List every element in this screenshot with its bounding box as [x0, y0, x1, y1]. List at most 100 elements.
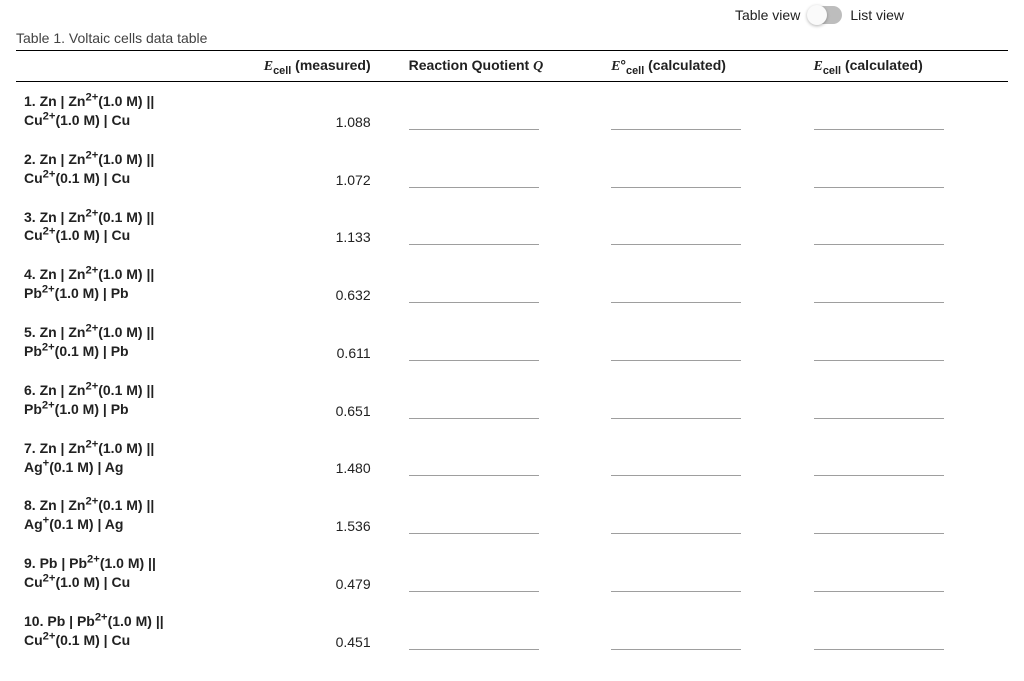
ecalc-blank[interactable] [806, 82, 1008, 140]
measured-value: 1.133 [239, 198, 401, 256]
ecalc-blank[interactable] [806, 140, 1008, 198]
ecalc-blank[interactable] [806, 198, 1008, 256]
table-header-row: Ecell (measured) Reaction Quotient Q E°c… [16, 51, 1008, 82]
q-blank[interactable] [401, 486, 603, 544]
blank-line [814, 418, 944, 419]
blank-line [611, 591, 741, 592]
q-blank[interactable] [401, 371, 603, 429]
e0calc-blank[interactable] [603, 429, 805, 487]
blank-line [409, 129, 539, 130]
blank-line [409, 649, 539, 650]
measured-value: 1.072 [239, 140, 401, 198]
blank-line [409, 244, 539, 245]
toggle-knob [807, 5, 827, 25]
e0calc-blank[interactable] [603, 371, 805, 429]
row-label: 6. Zn | Zn2+(0.1 M) ||Pb2+(1.0 M) | Pb [16, 371, 239, 429]
q-blank[interactable] [401, 255, 603, 313]
blank-line [409, 418, 539, 419]
blank-line [409, 302, 539, 303]
table-row: 3. Zn | Zn2+(0.1 M) ||Cu2+(1.0 M) | Cu1.… [16, 198, 1008, 256]
table-row: 8. Zn | Zn2+(0.1 M) ||Ag+(0.1 M) | Ag1.5… [16, 486, 1008, 544]
th-measured: Ecell (measured) [239, 51, 401, 82]
measured-value: 0.651 [239, 371, 401, 429]
measured-value: 1.536 [239, 486, 401, 544]
row-label: 4. Zn | Zn2+(1.0 M) ||Pb2+(1.0 M) | Pb [16, 255, 239, 313]
voltaic-cells-table: Ecell (measured) Reaction Quotient Q E°c… [16, 50, 1008, 660]
e0calc-blank[interactable] [603, 140, 805, 198]
ecalc-blank[interactable] [806, 255, 1008, 313]
row-label: 3. Zn | Zn2+(0.1 M) ||Cu2+(1.0 M) | Cu [16, 198, 239, 256]
e0calc-blank[interactable] [603, 602, 805, 660]
q-blank[interactable] [401, 82, 603, 140]
blank-line [611, 302, 741, 303]
blank-line [611, 533, 741, 534]
table-row: 10. Pb | Pb2+(1.0 M) ||Cu2+(0.1 M) | Cu0… [16, 602, 1008, 660]
table-caption: Table 1. Voltaic cells data table [16, 24, 1008, 50]
blank-line [814, 187, 944, 188]
table-row: 2. Zn | Zn2+(1.0 M) ||Cu2+(0.1 M) | Cu1.… [16, 140, 1008, 198]
q-blank[interactable] [401, 140, 603, 198]
table-row: 9. Pb | Pb2+(1.0 M) ||Cu2+(1.0 M) | Cu0.… [16, 544, 1008, 602]
ecalc-blank[interactable] [806, 429, 1008, 487]
e0calc-blank[interactable] [603, 544, 805, 602]
e0calc-blank[interactable] [603, 486, 805, 544]
ecalc-blank[interactable] [806, 486, 1008, 544]
row-label: 10. Pb | Pb2+(1.0 M) ||Cu2+(0.1 M) | Cu [16, 602, 239, 660]
blank-line [814, 302, 944, 303]
blank-line [814, 591, 944, 592]
e0calc-blank[interactable] [603, 82, 805, 140]
th-e-calculated: Ecell (calculated) [806, 51, 1008, 82]
table-row: 6. Zn | Zn2+(0.1 M) ||Pb2+(1.0 M) | Pb0.… [16, 371, 1008, 429]
blank-line [409, 187, 539, 188]
table-view-label: Table view [735, 7, 800, 23]
row-label: 2. Zn | Zn2+(1.0 M) ||Cu2+(0.1 M) | Cu [16, 140, 239, 198]
table-row: 5. Zn | Zn2+(1.0 M) ||Pb2+(0.1 M) | Pb0.… [16, 313, 1008, 371]
row-label: 9. Pb | Pb2+(1.0 M) ||Cu2+(1.0 M) | Cu [16, 544, 239, 602]
q-blank[interactable] [401, 429, 603, 487]
view-switch: Table view List view [0, 0, 1024, 24]
measured-value: 0.632 [239, 255, 401, 313]
blank-line [611, 418, 741, 419]
measured-value: 0.479 [239, 544, 401, 602]
ecalc-blank[interactable] [806, 371, 1008, 429]
row-label: 8. Zn | Zn2+(0.1 M) ||Ag+(0.1 M) | Ag [16, 486, 239, 544]
table-row: 4. Zn | Zn2+(1.0 M) ||Pb2+(1.0 M) | Pb0.… [16, 255, 1008, 313]
table-row: 7. Zn | Zn2+(1.0 M) ||Ag+(0.1 M) | Ag1.4… [16, 429, 1008, 487]
measured-value: 1.480 [239, 429, 401, 487]
blank-line [409, 533, 539, 534]
th-reaction-quotient: Reaction Quotient Q [401, 51, 603, 82]
blank-line [409, 591, 539, 592]
row-label: 5. Zn | Zn2+(1.0 M) ||Pb2+(0.1 M) | Pb [16, 313, 239, 371]
blank-line [814, 360, 944, 361]
blank-line [611, 649, 741, 650]
blank-line [409, 475, 539, 476]
e0calc-blank[interactable] [603, 198, 805, 256]
blank-line [814, 649, 944, 650]
blank-line [814, 533, 944, 534]
table-row: 1. Zn | Zn2+(1.0 M) ||Cu2+(1.0 M) | Cu1.… [16, 82, 1008, 140]
q-blank[interactable] [401, 313, 603, 371]
measured-value: 1.088 [239, 82, 401, 140]
ecalc-blank[interactable] [806, 313, 1008, 371]
blank-line [611, 187, 741, 188]
blank-line [409, 360, 539, 361]
blank-line [814, 475, 944, 476]
ecalc-blank[interactable] [806, 602, 1008, 660]
row-label: 7. Zn | Zn2+(1.0 M) ||Ag+(0.1 M) | Ag [16, 429, 239, 487]
blank-line [611, 360, 741, 361]
th-blank [16, 51, 239, 82]
view-toggle[interactable] [808, 6, 842, 24]
blank-line [611, 129, 741, 130]
e0calc-blank[interactable] [603, 313, 805, 371]
th-e0-calculated: E°cell (calculated) [603, 51, 805, 82]
blank-line [814, 129, 944, 130]
row-label: 1. Zn | Zn2+(1.0 M) ||Cu2+(1.0 M) | Cu [16, 82, 239, 140]
q-blank[interactable] [401, 198, 603, 256]
q-blank[interactable] [401, 602, 603, 660]
e0calc-blank[interactable] [603, 255, 805, 313]
blank-line [814, 244, 944, 245]
ecalc-blank[interactable] [806, 544, 1008, 602]
blank-line [611, 244, 741, 245]
q-blank[interactable] [401, 544, 603, 602]
blank-line [611, 475, 741, 476]
